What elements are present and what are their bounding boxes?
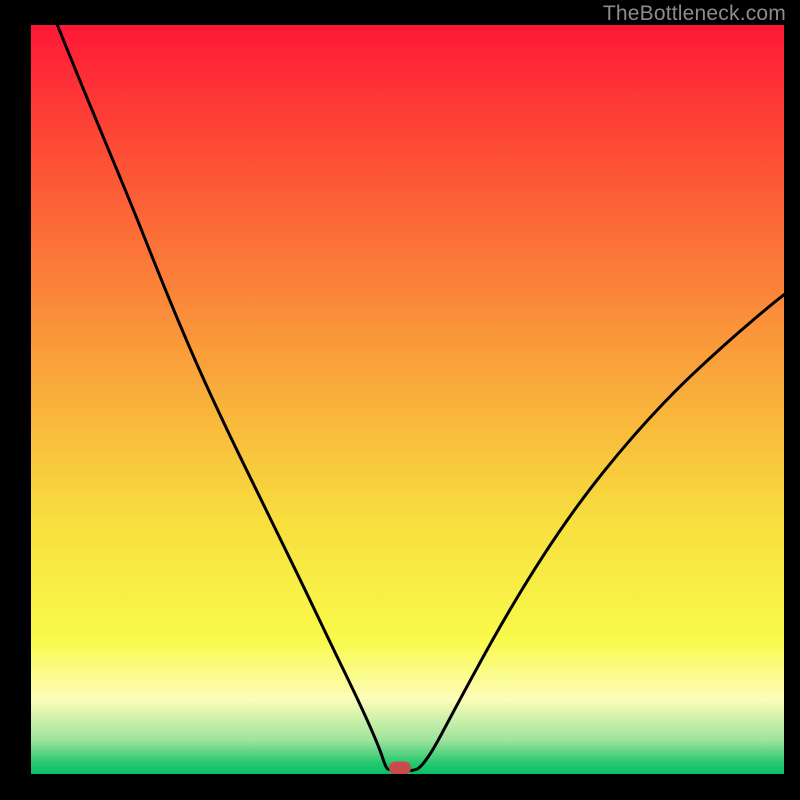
gradient-background: [31, 25, 784, 774]
chart-frame: TheBottleneck.com: [0, 0, 800, 800]
plot-area: [31, 25, 784, 774]
watermark-text: TheBottleneck.com: [603, 2, 786, 26]
optimal-point-marker: [389, 762, 411, 775]
plot-svg: [31, 25, 784, 774]
